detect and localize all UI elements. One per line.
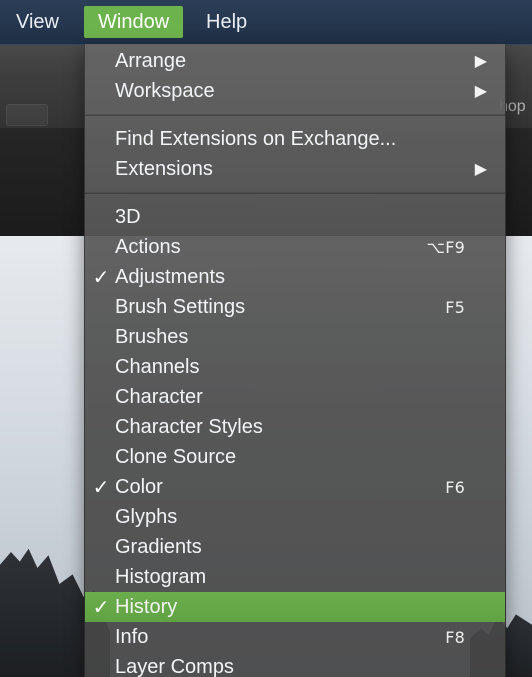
menu-item-label: Character Styles <box>115 415 263 438</box>
menu-view[interactable]: View <box>6 9 69 35</box>
menu-item-label: Glyphs <box>115 505 178 528</box>
menu-item-label: Info <box>115 625 149 648</box>
menu-item-label: Arrange <box>115 49 187 72</box>
checkmark-icon: ✓ <box>92 596 110 619</box>
menu-bar: View Window Help <box>0 0 532 45</box>
menu-item-color[interactable]: ✓ Color F6 <box>85 472 505 502</box>
menu-help[interactable]: Help <box>196 9 257 35</box>
menu-item-label: Gradients <box>115 535 202 558</box>
menu-item-layer-comps[interactable]: Layer Comps <box>85 652 505 677</box>
menu-item-glyphs[interactable]: Glyphs <box>85 502 505 532</box>
screen: hop View Window Help Arrange ▶ Workspace… <box>0 0 532 677</box>
menu-item-label: Layer Comps <box>115 655 234 677</box>
menu-item-label: Adjustments <box>115 265 226 288</box>
checkmark-icon: ✓ <box>92 266 110 289</box>
menu-item-brush-settings[interactable]: Brush Settings F5 <box>85 292 505 322</box>
submenu-arrow-icon: ▶ <box>474 53 487 70</box>
menu-item-label: Channels <box>115 355 200 378</box>
menu-item-label: Brushes <box>115 325 189 348</box>
menu-item-label: Extensions <box>115 157 213 180</box>
menu-item-channels[interactable]: Channels <box>85 352 505 382</box>
toolbar-control-fragment <box>6 104 48 126</box>
menu-item-label: Clone Source <box>115 445 237 468</box>
menu-item-clone-source[interactable]: Clone Source <box>85 442 505 472</box>
submenu-arrow-icon: ▶ <box>474 161 487 178</box>
menu-item-shortcut: ⌥F9 <box>426 237 465 257</box>
menu-item-brushes[interactable]: Brushes <box>85 322 505 352</box>
menu-item-3d[interactable]: 3D <box>85 202 505 232</box>
menu-item-label: Find Extensions on Exchange... <box>115 127 397 150</box>
menu-item-find-extensions[interactable]: Find Extensions on Exchange... <box>85 124 505 154</box>
menu-window[interactable]: Window <box>84 6 184 38</box>
menu-item-character[interactable]: Character <box>85 382 505 412</box>
menu-item-history[interactable]: ✓ History <box>85 592 505 622</box>
menu-separator <box>85 114 505 116</box>
menu-item-label: 3D <box>115 205 141 228</box>
checkmark-icon: ✓ <box>92 476 110 499</box>
menu-item-gradients[interactable]: Gradients <box>85 532 505 562</box>
menu-item-workspace[interactable]: Workspace ▶ <box>85 76 505 106</box>
menu-item-info[interactable]: Info F8 <box>85 622 505 652</box>
menu-item-shortcut: F8 <box>445 627 465 647</box>
window-menu-dropdown: Arrange ▶ Workspace ▶ Find Extensions on… <box>84 44 506 677</box>
menu-item-label: Actions <box>115 235 181 258</box>
menu-item-label: History <box>115 595 178 618</box>
menu-item-character-styles[interactable]: Character Styles <box>85 412 505 442</box>
menu-item-adjustments[interactable]: ✓ Adjustments <box>85 262 505 292</box>
menu-item-histogram[interactable]: Histogram <box>85 562 505 592</box>
menu-item-actions[interactable]: Actions ⌥F9 <box>85 232 505 262</box>
menu-item-label: Brush Settings <box>115 295 246 318</box>
menu-separator <box>85 192 505 194</box>
menu-item-shortcut: F6 <box>445 477 465 497</box>
menu-item-extensions[interactable]: Extensions ▶ <box>85 154 505 184</box>
menu-item-label: Color <box>115 475 163 498</box>
menu-item-label: Character <box>115 385 203 408</box>
menu-item-arrange[interactable]: Arrange ▶ <box>85 46 505 76</box>
submenu-arrow-icon: ▶ <box>474 83 487 100</box>
menu-item-label: Workspace <box>115 79 215 102</box>
menu-item-label: Histogram <box>115 565 207 588</box>
menu-item-shortcut: F5 <box>445 297 465 317</box>
